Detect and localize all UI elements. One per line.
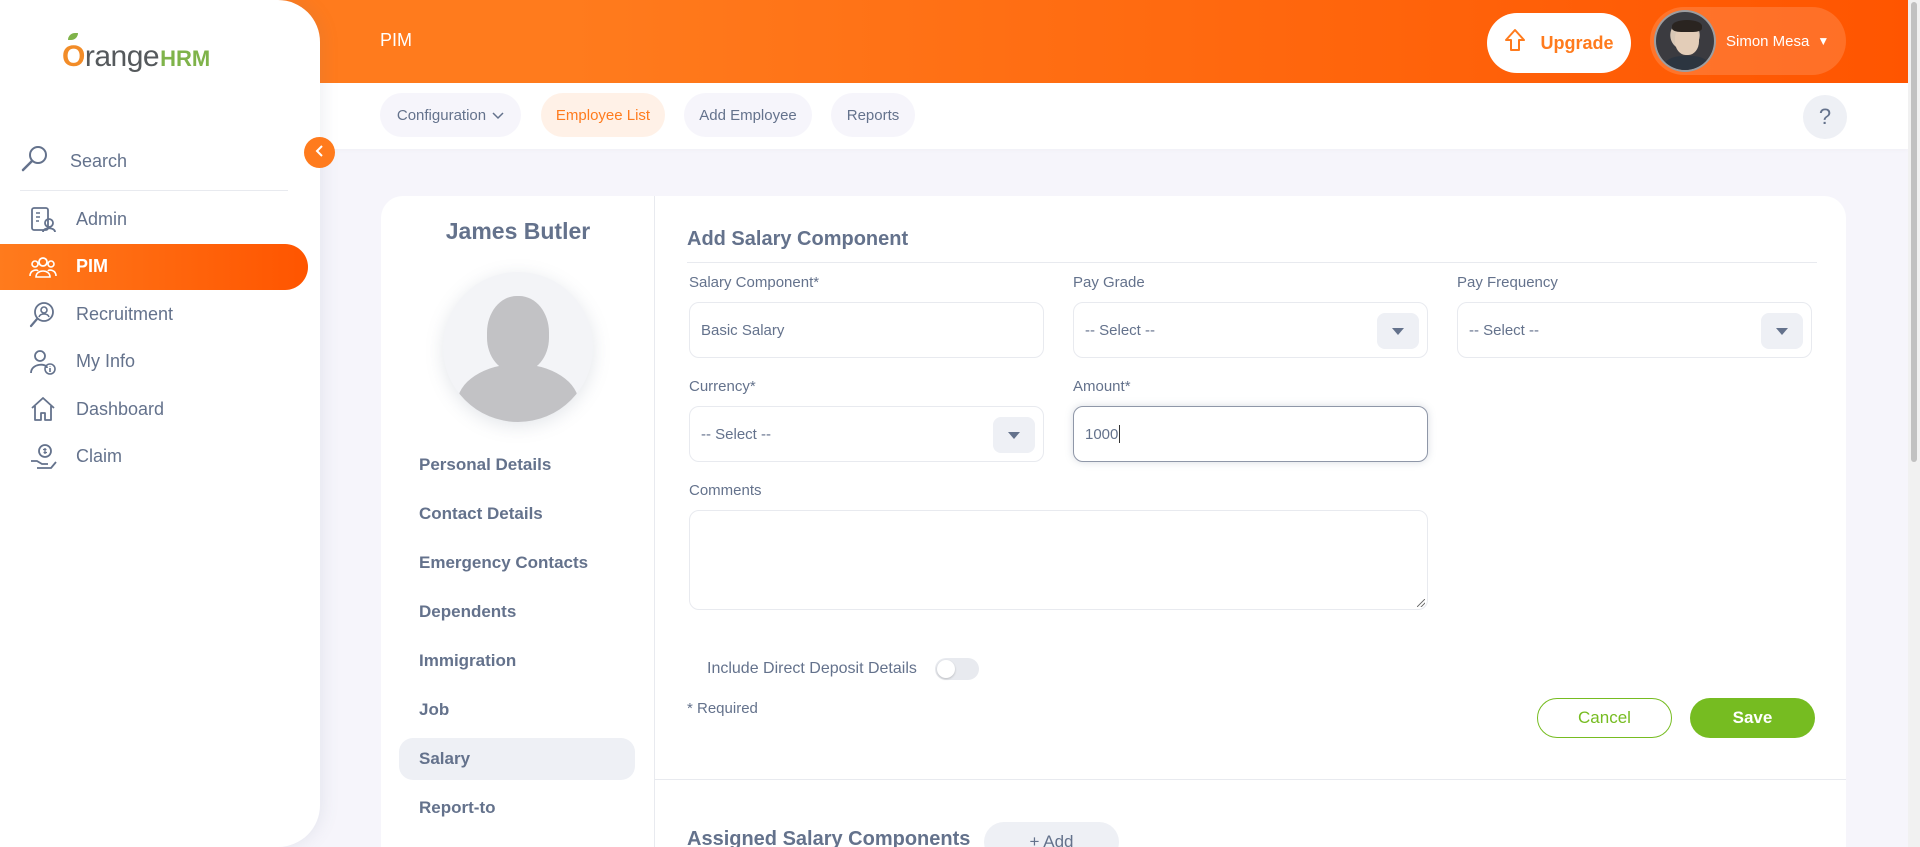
employee-name: James Butler — [445, 218, 591, 244]
pim-icon — [28, 252, 58, 282]
amount-input[interactable]: 1000 — [1073, 406, 1428, 462]
pay-frequency-label: Pay Frequency — [1457, 274, 1558, 291]
sidebar-item-label: Recruitment — [76, 303, 174, 324]
search-label: Search — [70, 151, 128, 171]
currency-value: -- Select -- — [701, 425, 772, 443]
tab-label: Add Employee — [699, 106, 797, 124]
tab-configuration[interactable]: Configuration — [380, 93, 521, 137]
home-icon — [28, 394, 58, 424]
collapse-sidebar-button[interactable] — [304, 137, 335, 168]
required-note: * Required — [687, 700, 758, 717]
employee-card: James Butler Personal Details Contact De… — [381, 196, 1846, 847]
text-cursor — [1119, 425, 1121, 443]
caret-down-icon[interactable] — [1377, 313, 1419, 349]
module-title: PIM — [380, 30, 413, 50]
comments-textarea[interactable] — [689, 510, 1428, 610]
upgrade-arrow-icon — [1504, 28, 1526, 59]
user-name: Simon Mesa — [1726, 32, 1810, 50]
caret-down-icon[interactable] — [1761, 313, 1803, 349]
upgrade-button[interactable]: Upgrade — [1487, 13, 1631, 73]
sidebar-item-label: PIM — [76, 256, 109, 276]
leaf-icon — [68, 33, 78, 40]
sidebar-item-label: Admin — [76, 208, 128, 229]
amount-value: 1000 — [1085, 425, 1119, 443]
sidebar-item-label: Dashboard — [76, 398, 165, 419]
divider — [687, 262, 1817, 263]
comments-label: Comments — [689, 482, 762, 499]
tab-add-employee[interactable]: Add Employee — [684, 93, 812, 137]
emp-menu-immigration[interactable]: Immigration — [399, 640, 635, 682]
my-info-icon — [28, 347, 58, 377]
user-dropdown[interactable]: Simon Mesa ▼ — [1650, 7, 1846, 75]
direct-deposit-toggle[interactable] — [934, 658, 979, 680]
salary-component-value: Basic Salary — [701, 321, 785, 339]
direct-deposit-row: Include Direct Deposit Details — [707, 658, 979, 680]
logo-hrm: HRM — [160, 46, 211, 71]
resize-handle-icon[interactable] — [1417, 599, 1425, 607]
emp-menu-salary[interactable]: Salary — [399, 738, 635, 780]
cancel-button[interactable]: Cancel — [1537, 698, 1672, 738]
tab-reports[interactable]: Reports — [831, 93, 915, 137]
pay-frequency-value: -- Select -- — [1469, 321, 1540, 339]
emp-menu-emergency-contacts[interactable]: Emergency Contacts — [399, 542, 635, 584]
page-scrollbar[interactable] — [1908, 0, 1920, 847]
sidebar-item-claim[interactable]: Claim — [0, 434, 308, 480]
sidebar-item-pim[interactable]: PIM — [0, 243, 308, 290]
save-button[interactable]: Save — [1690, 698, 1815, 738]
employee-photo[interactable] — [443, 272, 593, 422]
tab-employee-list[interactable]: Employee List — [541, 93, 665, 137]
emp-menu-personal-details[interactable]: Personal Details — [399, 444, 635, 486]
sidebar-item-label: Claim — [76, 446, 123, 466]
pay-grade-select[interactable]: -- Select -- — [1073, 302, 1428, 358]
sidebar-item-admin[interactable]: Admin — [0, 196, 308, 242]
emp-menu-job[interactable]: Job — [399, 689, 635, 731]
chevron-down-icon — [492, 107, 504, 124]
admin-icon — [28, 204, 58, 234]
brand-logo[interactable]: Orange HRM — [62, 33, 211, 74]
claim-icon — [28, 442, 58, 472]
tab-label: Reports — [846, 106, 900, 124]
assigned-salary-title: Assigned Salary Components — [687, 828, 971, 847]
employee-profile-panel: James Butler Personal Details Contact De… — [381, 196, 655, 847]
tab-label: Configuration — [396, 106, 487, 124]
sidebar-nav: Admin PIM Recruitment My Info Dashboard — [0, 196, 308, 481]
avatar — [1654, 10, 1716, 72]
sidebar: Orange HRM Search Admin PIM Recruitment — [0, 0, 320, 847]
top-navigation: Configuration Employee List Add Employee… — [320, 83, 1908, 149]
sidebar-item-label: My Info — [76, 351, 136, 371]
divider — [655, 779, 1846, 780]
emp-menu-contact-details[interactable]: Contact Details — [399, 493, 635, 535]
emp-menu-report-to[interactable]: Report-to — [399, 787, 635, 829]
chevron-left-icon — [315, 144, 325, 162]
sidebar-item-dashboard[interactable]: Dashboard — [0, 386, 308, 432]
amount-label: Amount* — [1073, 378, 1131, 395]
upgrade-label: Upgrade — [1540, 32, 1614, 53]
pay-grade-label: Pay Grade — [1073, 274, 1145, 291]
sidebar-item-my-info[interactable]: My Info — [0, 339, 308, 385]
emp-menu-dependents[interactable]: Dependents — [399, 591, 635, 633]
help-button[interactable]: ? — [1803, 95, 1847, 139]
search-icon — [20, 144, 50, 179]
form-title: Add Salary Component — [687, 228, 909, 250]
salary-component-label: Salary Component* — [689, 274, 820, 291]
logo-o: O — [62, 40, 85, 73]
recruitment-icon — [28, 299, 58, 329]
logo-text: range — [84, 40, 160, 73]
employee-menu: Personal Details Contact Details Emergen… — [399, 444, 635, 836]
tab-label: Employee List — [555, 106, 651, 124]
pay-grade-value: -- Select -- — [1085, 321, 1156, 339]
scrollbar-thumb[interactable] — [1911, 2, 1917, 462]
salary-component-input[interactable]: Basic Salary — [689, 302, 1044, 358]
currency-select[interactable]: -- Select -- — [689, 406, 1044, 462]
caret-down-icon[interactable] — [993, 417, 1035, 453]
add-salary-component-button[interactable]: + Add — [984, 822, 1119, 847]
sidebar-item-recruitment[interactable]: Recruitment — [0, 291, 308, 337]
caret-down-icon: ▼ — [1817, 34, 1830, 48]
direct-deposit-label: Include Direct Deposit Details — [707, 660, 917, 677]
question-icon: ? — [1818, 104, 1832, 129]
currency-label: Currency* — [689, 378, 756, 395]
sidebar-search[interactable]: Search — [20, 133, 288, 191]
pay-frequency-select[interactable]: -- Select -- — [1457, 302, 1812, 358]
